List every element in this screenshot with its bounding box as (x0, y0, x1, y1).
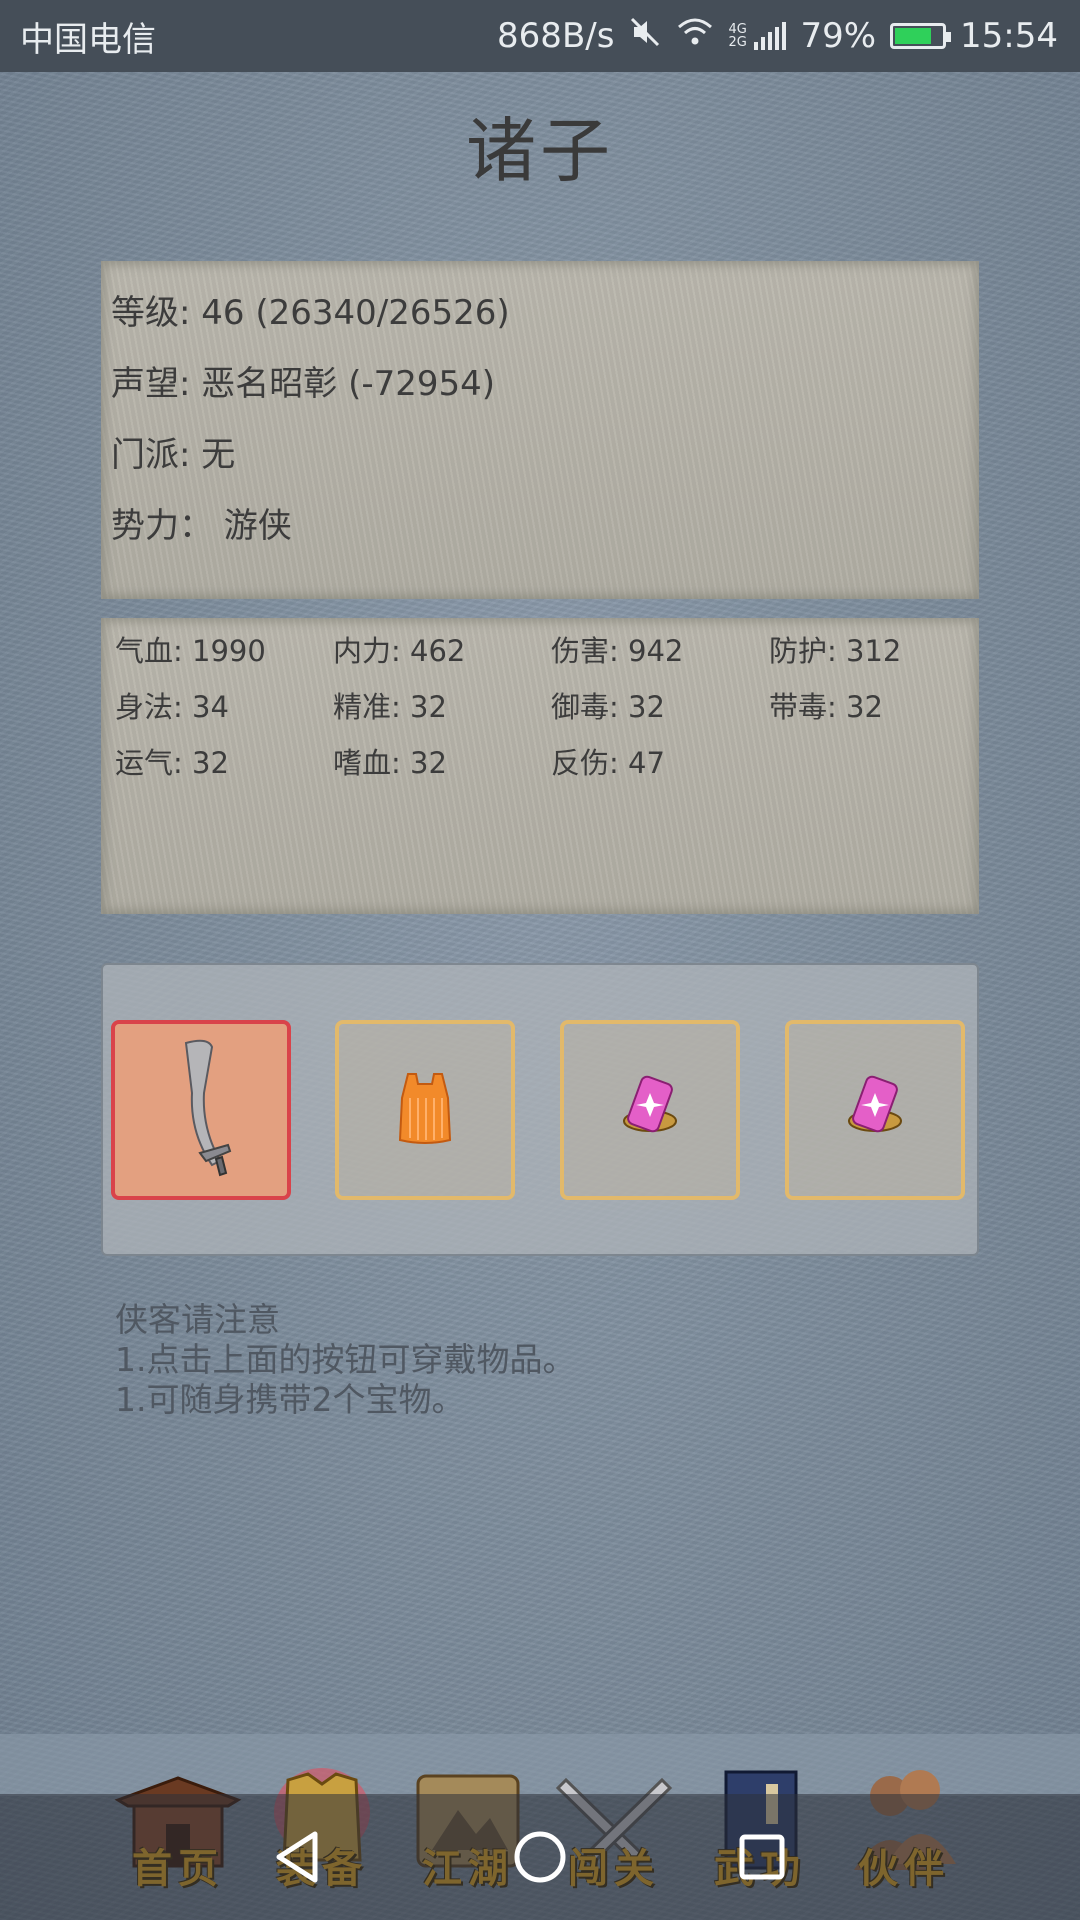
armor-icon (390, 1068, 460, 1152)
reputation-text: 声望: 恶名昭彰 (-72954) (111, 364, 496, 404)
status-bar: 中国电信 868B/s 4G 2G 79% 15:54 (0, 0, 1080, 72)
sect-text: 门派: 无 (111, 435, 236, 475)
notice-line-2: 1.可随身携带2个宝物。 (115, 1380, 465, 1419)
stat-inner-power: 内力: 462 (333, 634, 466, 668)
mute-icon (628, 15, 662, 58)
system-navigation-bar (0, 1794, 1080, 1920)
back-button[interactable] (238, 1794, 358, 1920)
equipment-panel (101, 963, 979, 1256)
carrier-name: 中国电信 (20, 19, 156, 60)
stat-accuracy: 精准: 32 (333, 690, 447, 724)
notice-text: 侠客请注意 1.点击上面的按钮可穿戴物品。 1.可随身携带2个宝物。 (115, 1300, 576, 1420)
stat-luck: 运气: 32 (115, 746, 229, 780)
wifi-icon (676, 16, 714, 56)
treasure-slot-2[interactable] (785, 1020, 965, 1200)
recents-icon (739, 1834, 785, 1880)
stat-agility: 身法: 34 (115, 690, 229, 724)
faction-text: 势力： 游侠 (111, 506, 292, 546)
page-title: 诸子 (466, 110, 614, 192)
notice-title: 侠客请注意 (115, 1300, 280, 1339)
weapon-slot[interactable] (111, 1020, 291, 1200)
treasure-slot-1[interactable] (560, 1020, 740, 1200)
stat-hp: 气血: 1990 (115, 634, 266, 668)
notice-line-1: 1.点击上面的按钮可穿戴物品。 (115, 1340, 576, 1379)
status-icons: 868B/s 4G 2G 79% 15:54 (497, 15, 1058, 58)
stat-defense: 防护: 312 (769, 634, 902, 668)
signal-icon: 4G 2G (728, 22, 787, 50)
clock: 15:54 (960, 16, 1058, 56)
stat-damage: 伤害: 942 (551, 634, 684, 668)
character-info-panel: 等级: 46 (26340/26526) 声望: 恶名昭彰 (-72954) 门… (101, 261, 979, 599)
network-speed: 868B/s (497, 16, 615, 56)
stat-lifesteal: 嗜血: 32 (333, 746, 447, 780)
treasure-icon (845, 1073, 905, 1147)
stat-reflect: 反伤: 47 (551, 746, 665, 780)
stats-panel: 气血: 1990 内力: 462 伤害: 942 防护: 312 身法: 34 … (101, 618, 979, 914)
treasure-icon (620, 1073, 680, 1147)
stats-grid: 气血: 1990 内力: 462 伤害: 942 防护: 312 身法: 34 … (115, 626, 979, 794)
level-text: 等级: 46 (26340/26526) (111, 293, 510, 333)
battery-icon (890, 23, 952, 49)
sword-icon (156, 1033, 246, 1187)
stat-poison: 带毒: 32 (769, 690, 883, 724)
home-button[interactable] (480, 1794, 600, 1920)
circle-home-icon (514, 1831, 566, 1883)
stat-poison-resist: 御毒: 32 (551, 690, 665, 724)
armor-slot[interactable] (335, 1020, 515, 1200)
recents-button[interactable] (702, 1794, 822, 1920)
back-icon (276, 1831, 318, 1883)
battery-percent: 79% (800, 16, 877, 56)
network-type: 4G 2G (728, 22, 747, 50)
